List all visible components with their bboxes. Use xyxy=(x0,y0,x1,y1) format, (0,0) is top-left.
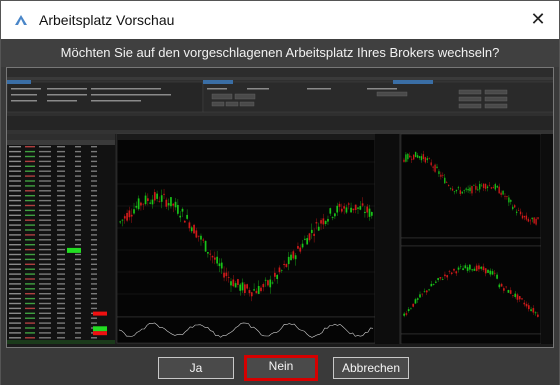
title-bar: Arbeitsplatz Vorschau ✕ xyxy=(1,1,559,39)
close-icon[interactable]: ✕ xyxy=(527,9,549,31)
workspace-screenshot xyxy=(7,68,553,347)
workspace-preview-image xyxy=(6,67,554,348)
yes-button[interactable]: Ja xyxy=(158,357,234,379)
workspace-preview-dialog: Arbeitsplatz Vorschau ✕ Möchten Sie auf … xyxy=(0,0,560,385)
window-title: Arbeitsplatz Vorschau xyxy=(39,12,175,28)
no-button[interactable]: Nein xyxy=(244,355,318,381)
button-bar: Ja Nein Abbrechen xyxy=(1,349,559,385)
cancel-button[interactable]: Abbrechen xyxy=(333,357,409,379)
question-text: Möchten Sie auf den vorgeschlagenen Arbe… xyxy=(1,39,559,67)
brokerage-app-icon xyxy=(15,15,27,25)
